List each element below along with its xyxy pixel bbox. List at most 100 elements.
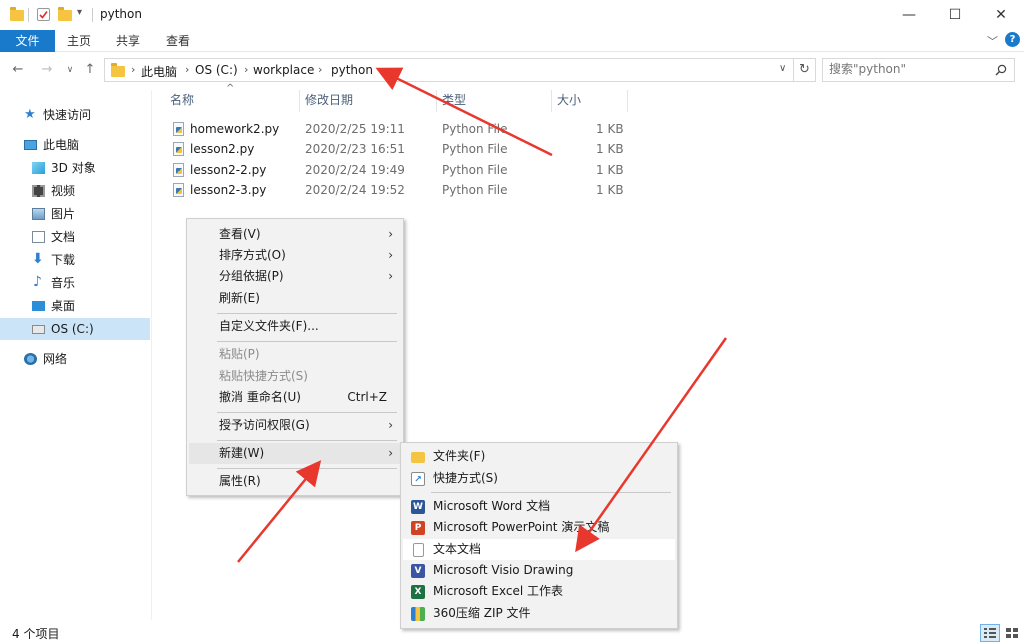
file-name: lesson2-3.py [190, 183, 267, 197]
submenu-item-zip[interactable]: 360压缩 ZIP 文件 [403, 603, 675, 624]
nav-item-desktop[interactable]: 桌面 [0, 295, 150, 317]
file-type: Python File [442, 142, 508, 156]
submenu-item-word-document[interactable]: W Microsoft Word 文档 [403, 496, 675, 517]
submenu-item-powerpoint[interactable]: P Microsoft PowerPoint 演示文稿 [403, 517, 675, 538]
file-row[interactable]: homework2.py 2020/2/25 19:11 Python File… [160, 119, 630, 139]
nav-label: 图片 [51, 207, 76, 221]
file-size: 1 KB [596, 163, 624, 177]
document-icon [32, 231, 45, 243]
column-header-date[interactable]: 修改日期 [305, 90, 353, 112]
chevron-right-icon[interactable]: › [244, 63, 248, 76]
status-bar: 4 个项目 [0, 622, 1024, 644]
chevron-down-icon[interactable]: ▾ [77, 7, 82, 18]
menu-item-sort-by[interactable]: 排序方式(O) › [189, 245, 401, 266]
nav-item-pictures[interactable]: 图片 [0, 203, 150, 225]
expand-ribbon-icon[interactable]: ﹀ [987, 33, 998, 49]
tab-share[interactable]: 共享 [107, 30, 149, 52]
tab-file[interactable]: 文件 [0, 30, 55, 52]
menu-item-label: 粘贴(P) [219, 347, 260, 361]
up-arrow-icon[interactable]: ↑ [80, 60, 100, 80]
submenu-item-shortcut[interactable]: ↗ 快捷方式(S) [403, 468, 675, 489]
nav-item-music[interactable]: ♪ 音乐 [0, 272, 150, 294]
drive-icon [32, 325, 45, 334]
menu-item-new[interactable]: 新建(W) › [189, 443, 401, 464]
nav-label: 视频 [51, 184, 76, 198]
nav-item-os-c[interactable]: OS (C:) [0, 318, 150, 340]
excel-icon: X [411, 585, 425, 599]
file-row[interactable]: lesson2-2.py 2020/2/24 19:49 Python File… [160, 160, 630, 180]
file-row[interactable]: lesson2-3.py 2020/2/24 19:52 Python File… [160, 180, 630, 200]
search-input[interactable] [829, 62, 989, 76]
file-date: 2020/2/25 19:11 [305, 122, 405, 136]
nav-item-documents[interactable]: 文档 [0, 226, 150, 248]
address-dropdown-icon[interactable]: ∨ [779, 63, 786, 74]
menu-item-properties[interactable]: 属性(R) [189, 471, 401, 492]
python-file-icon [173, 142, 184, 156]
recent-locations-icon[interactable]: ∨ [60, 60, 80, 80]
menu-item-label: 撤消 重命名(U) [219, 390, 301, 404]
zip-icon [411, 607, 425, 621]
submenu-item-excel[interactable]: X Microsoft Excel 工作表 [403, 581, 675, 602]
details-view-button[interactable] [980, 624, 1000, 642]
refresh-button[interactable]: ↻ [794, 58, 816, 82]
column-divider[interactable] [299, 90, 300, 112]
nav-item-this-pc[interactable]: 此电脑 [0, 134, 150, 156]
menu-item-undo-rename[interactable]: 撤消 重命名(U) Ctrl+Z [189, 387, 401, 408]
tab-view[interactable]: 查看 [157, 30, 199, 52]
tab-home[interactable]: 主页 [58, 30, 100, 52]
chevron-right-icon: › [388, 446, 393, 460]
nav-item-quick-access[interactable]: ★ 快速访问 [0, 104, 150, 126]
breadcrumb-python[interactable]: python [331, 63, 373, 77]
column-divider[interactable] [627, 90, 628, 112]
maximize-button[interactable]: ☐ [932, 0, 978, 30]
menu-item-label: 排序方式(O) [219, 248, 286, 262]
submenu-item-folder[interactable]: 文件夹(F) [403, 446, 675, 467]
chevron-right-icon[interactable]: › [318, 63, 322, 76]
nav-item-videos[interactable]: 视频 [0, 180, 150, 202]
shortcut-icon: ↗ [411, 472, 425, 486]
chevron-right-icon[interactable]: › [185, 63, 189, 76]
menu-item-view[interactable]: 查看(V) › [189, 224, 401, 245]
file-size: 1 KB [596, 183, 624, 197]
minimize-button[interactable]: — [886, 0, 932, 30]
word-icon: W [411, 500, 425, 514]
nav-label: 快速访问 [43, 108, 92, 122]
address-bar[interactable]: › 此电脑 › OS (C:) › workplace › python ∨ [104, 58, 794, 82]
search-box[interactable] [822, 58, 1015, 82]
breadcrumb-this-pc[interactable]: 此电脑 [141, 63, 177, 80]
submenu-item-visio[interactable]: V Microsoft Visio Drawing [403, 560, 675, 581]
breadcrumb-os-c[interactable]: OS (C:) [195, 63, 238, 77]
menu-item-label: 刷新(E) [219, 291, 260, 305]
nav-item-downloads[interactable]: ⬇ 下载 [0, 249, 150, 271]
nav-item-network[interactable]: 网络 [0, 348, 150, 370]
search-icon[interactable] [995, 64, 1007, 76]
menu-item-label: 文本文档 [433, 542, 482, 556]
chevron-right-icon[interactable]: › [131, 63, 135, 76]
column-header-type[interactable]: 类型 [442, 90, 466, 112]
breadcrumb-workplace[interactable]: workplace [253, 63, 314, 77]
menu-item-customize-folder[interactable]: 自定义文件夹(F)... [189, 316, 401, 337]
menu-item-label: 授予访问权限(G) [219, 418, 310, 432]
forward-arrow-icon[interactable]: → [37, 60, 57, 80]
properties-icon[interactable] [37, 8, 50, 21]
column-header-name[interactable]: 名称 [170, 90, 194, 112]
item-count: 4 个项目 [12, 627, 60, 641]
menu-item-group-by[interactable]: 分组依据(P) › [189, 266, 401, 287]
new-folder-icon[interactable] [58, 7, 72, 21]
menu-item-refresh[interactable]: 刷新(E) [189, 288, 401, 309]
download-icon: ⬇ [32, 251, 44, 267]
column-divider[interactable] [551, 90, 552, 112]
menu-item-label: 文件夹(F) [433, 449, 486, 463]
column-divider[interactable] [436, 90, 437, 112]
menu-item-label: Microsoft PowerPoint 演示文稿 [433, 520, 610, 534]
nav-item-3d-objects[interactable]: 3D 对象 [0, 157, 150, 179]
close-button[interactable]: ✕ [978, 0, 1024, 30]
back-arrow-icon[interactable]: ← [8, 60, 28, 80]
large-icons-view-button[interactable] [1002, 624, 1022, 642]
window-title: python [100, 7, 142, 21]
help-icon[interactable]: ? [1005, 32, 1020, 47]
file-row[interactable]: lesson2.py 2020/2/23 16:51 Python File 1… [160, 139, 630, 159]
column-header-size[interactable]: 大小 [557, 90, 581, 112]
menu-item-give-access[interactable]: 授予访问权限(G) › [189, 415, 401, 436]
submenu-item-text-document[interactable]: 文本文档 [403, 539, 675, 560]
